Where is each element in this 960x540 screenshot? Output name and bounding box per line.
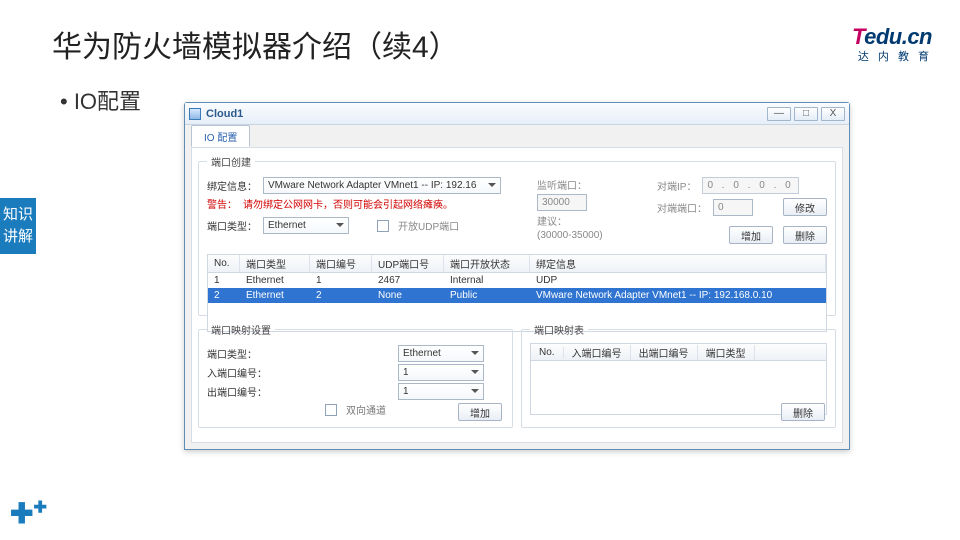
cloud1-window: Cloud1 — □ X IO 配置 端口创建 绑定信息： VMware Net… [184, 102, 850, 450]
fieldset-port-map-settings: 端口映射设置 端口类型： Ethernet 入端口编号： 1 出端口编号： 1 … [198, 322, 513, 428]
map-in-select[interactable]: 1 [398, 364, 484, 381]
col-stat: 端口开放状态 [444, 255, 530, 272]
legend-map-table: 端口映射表 [530, 322, 588, 337]
listen-port-label: 监听端口： [537, 177, 587, 192]
col-no: No. [208, 255, 240, 272]
brand-logo: Tedu.cn 达 内 教 育 [852, 24, 932, 64]
map-add-button[interactable]: 增加 [458, 403, 502, 421]
port-type-label: 端口类型： [207, 218, 257, 233]
table-row[interactable]: 1 Ethernet 1 2467 Internal UDP [208, 273, 826, 288]
slide-title: 华为防火墙模拟器介绍（续4） [52, 22, 459, 66]
brand-t: T [852, 24, 864, 49]
bidir-checkbox[interactable] [325, 404, 337, 416]
range-value: (30000-35000) [537, 230, 603, 241]
table-row[interactable]: 2 Ethernet 2 None Public VMware Network … [208, 288, 826, 303]
warning-label: 警告： [207, 196, 237, 211]
tab-row: IO 配置 [185, 125, 849, 147]
fieldset-port-map-table: 端口映射表 No. 入端口编号 出端口编号 端口类型 删除 [521, 322, 836, 428]
io-panel: 端口创建 绑定信息： VMware Network Adapter VMnet1… [191, 147, 843, 443]
remote-ip-label: 对端IP： [657, 178, 696, 193]
map-in-label: 入端口编号： [207, 365, 267, 380]
app-icon [189, 108, 201, 120]
remote-port-label: 对端端口： [657, 200, 707, 215]
col-pnum: 端口编号 [310, 255, 372, 272]
side-tab-knowledge: 知识讲解 [0, 198, 36, 254]
bullet-io: • IO配置 [60, 84, 141, 116]
map-out-label: 出端口编号： [207, 384, 267, 399]
window-title: Cloud1 [206, 108, 243, 120]
brand-sub: 达 内 教 育 [852, 48, 932, 64]
remote-ip-input[interactable]: 0 . 0 . 0 . 0 [702, 177, 798, 194]
port-type-select[interactable]: Ethernet [263, 217, 349, 234]
col-bind: 绑定信息 [530, 255, 826, 272]
map-delete-button[interactable]: 删除 [781, 403, 825, 421]
col-type: 端口类型 [240, 255, 310, 272]
remote-port-input[interactable]: 0 [713, 199, 753, 216]
legend-port-create: 端口创建 [207, 154, 255, 169]
close-button[interactable]: X [821, 107, 845, 121]
mcol-type: 端口类型 [698, 345, 755, 360]
legend-map-settings: 端口映射设置 [207, 322, 275, 337]
map-table-header: No. 入端口编号 出端口编号 端口类型 [530, 343, 827, 361]
bidir-label: 双向通道 [346, 402, 386, 417]
mcol-out: 出端口编号 [631, 345, 698, 360]
mcol-in: 入端口编号 [564, 345, 631, 360]
bind-info-label: 绑定信息： [207, 178, 257, 193]
brand-edu: edu.cn [864, 24, 932, 49]
corner-decor-icon: ✚✚ [10, 497, 47, 530]
add-button[interactable]: 增加 [729, 226, 773, 244]
open-udp-label: 开放UDP端口 [398, 218, 459, 233]
map-out-select[interactable]: 1 [398, 383, 484, 400]
mcol-no: No. [531, 347, 564, 358]
range-label: 建议： [537, 213, 567, 228]
maximize-button[interactable]: □ [794, 107, 818, 121]
warning-text: 请勿绑定公网网卡，否则可能会引起网络瘫痪。 [243, 196, 453, 211]
modify-button[interactable]: 修改 [783, 198, 827, 216]
fieldset-port-create: 端口创建 绑定信息： VMware Network Adapter VMnet1… [198, 154, 836, 316]
map-ptype-select[interactable]: Ethernet [398, 345, 484, 362]
map-ptype-label: 端口类型： [207, 346, 257, 361]
titlebar[interactable]: Cloud1 — □ X [185, 103, 849, 125]
minimize-button[interactable]: — [767, 107, 791, 121]
col-udp: UDP端口号 [372, 255, 444, 272]
listen-port-input[interactable]: 30000 [537, 194, 587, 211]
delete-button[interactable]: 删除 [783, 226, 827, 244]
bind-info-select[interactable]: VMware Network Adapter VMnet1 -- IP: 192… [263, 177, 501, 194]
open-udp-checkbox[interactable] [377, 220, 389, 232]
tab-io-config[interactable]: IO 配置 [191, 125, 250, 147]
port-table-header: No. 端口类型 端口编号 UDP端口号 端口开放状态 绑定信息 [207, 254, 827, 272]
